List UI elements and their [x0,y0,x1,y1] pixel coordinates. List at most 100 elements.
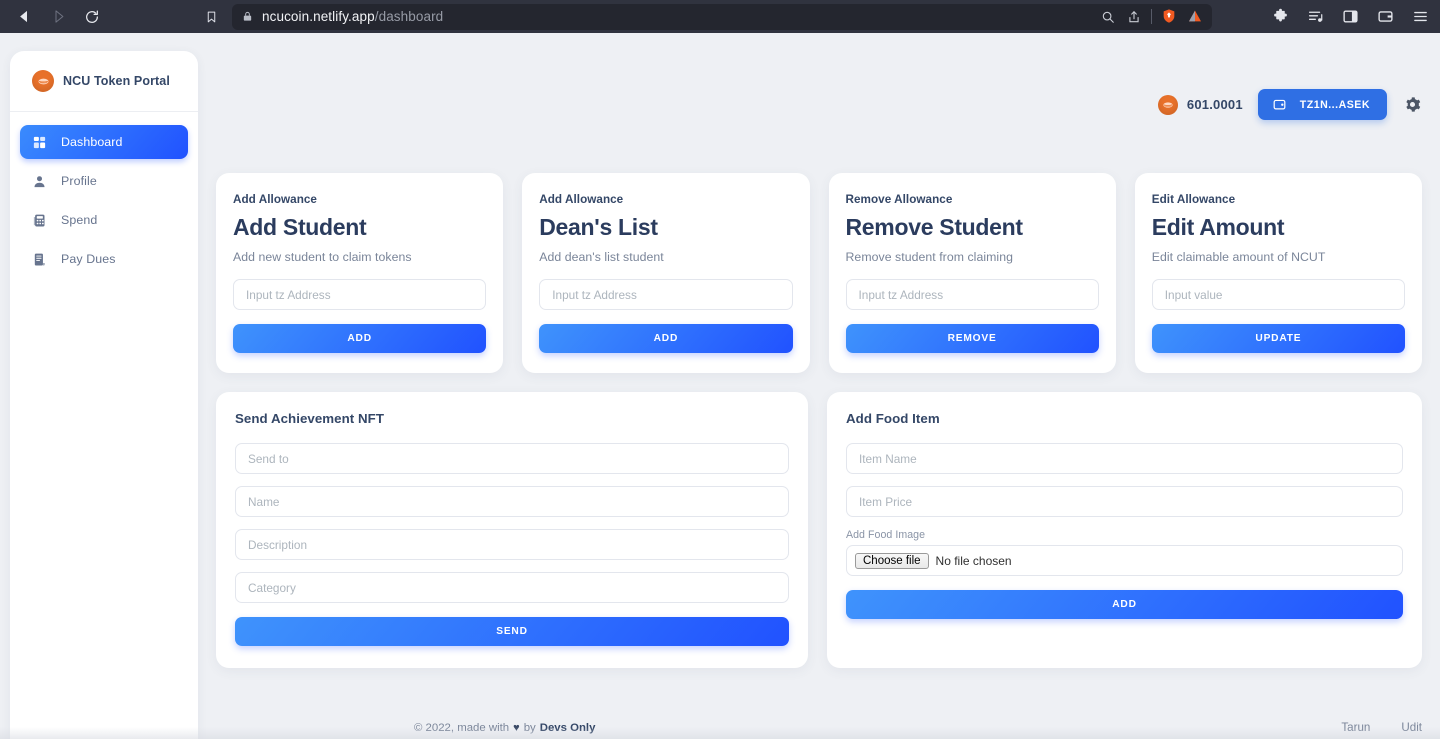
choose-file-button[interactable]: Choose file [855,552,929,569]
send-nft-button[interactable]: SEND [235,617,789,646]
sidebar-item-spend[interactable]: Spend [20,203,188,237]
ncu-coin-logo-icon [1157,94,1178,115]
card-add-student: Add Allowance Add Student Add new studen… [216,173,504,373]
brave-wallet-icon[interactable] [1376,7,1395,26]
tz-address-input[interactable] [233,279,487,310]
amount-input[interactable] [1151,279,1405,310]
balance-value: 601.0001 [1186,97,1243,112]
sidebar-nav: Dashboard Profile Spend Pay Dues [10,112,198,276]
card-subtitle: Remove student from claiming [845,250,1013,264]
hamburger-menu-icon[interactable] [1411,7,1430,26]
reload-icon[interactable] [82,7,102,27]
card-title: Edit Amount [1151,214,1285,240]
ncu-coin-logo-icon [32,70,54,92]
wallet-address-button[interactable]: TZ1N...ASEK [1257,89,1387,120]
search-icon[interactable] [1099,8,1116,25]
brand[interactable]: NCU Token Portal [10,51,198,112]
gear-icon[interactable] [1402,95,1422,115]
card-deans-list: Add Allowance Dean's List Add dean's lis… [522,173,810,373]
add-deans-list-button[interactable]: ADD [539,324,793,353]
card-send-achievement-nft: Send Achievement NFT SEND [216,392,808,668]
card-title: Remove Student [845,214,1024,240]
nft-send-to-input[interactable] [235,443,789,474]
app-page: NCU Token Portal Dashboard Profile Spend [0,33,1440,739]
url-path: /dashboard [374,9,444,24]
card-title: Send Achievement NFT [235,411,385,426]
header-actions: 601.0001 TZ1N...ASEK [1157,89,1422,120]
browser-nav-buttons [9,7,102,27]
sidebar-item-label: Dashboard [61,135,123,149]
footer-copyright-text: © 2022, made with [414,721,510,734]
sidebar-item-pay-dues[interactable]: Pay Dues [20,242,188,276]
allowance-cards-row: Add Allowance Add Student Add new studen… [216,173,1422,373]
sidebar-item-label: Pay Dues [61,252,116,266]
main-content: Add Allowance Add Student Add new studen… [198,173,1440,739]
nft-category-input[interactable] [235,572,789,603]
add-student-button[interactable]: ADD [233,324,487,353]
remove-student-button[interactable]: REMOVE [845,324,1099,353]
toolbar-divider [1151,9,1152,24]
card-title: Add Food Item [846,411,940,426]
heart-icon: ♥ [513,721,520,734]
forms-row: Send Achievement NFT SEND Add Food Item … [216,392,1422,668]
tz-address-input[interactable] [845,279,1099,310]
back-arrow-icon[interactable] [14,7,34,27]
add-food-item-button[interactable]: ADD [846,590,1403,619]
nft-form: SEND [235,443,789,646]
browser-right-actions [1271,0,1430,33]
nft-description-input[interactable] [235,529,789,560]
food-image-file-input[interactable]: Choose file No file chosen [846,545,1403,576]
card-eyebrow: Add Allowance [233,193,317,206]
sidebar-item-label: Spend [61,213,98,227]
token-balance: 601.0001 [1157,94,1243,115]
wallet-address-label: TZ1N...ASEK [1299,98,1370,111]
share-icon[interactable] [1125,8,1142,25]
wallet-icon [1272,97,1287,112]
url-area: ncucoin.netlify.app/dashboard [200,3,1212,30]
address-bar[interactable]: ncucoin.netlify.app/dashboard [232,3,1212,30]
brave-rewards-icon[interactable] [1187,8,1204,25]
card-subtitle: Add new student to claim tokens [233,250,412,264]
card-eyebrow: Remove Allowance [845,193,953,206]
extensions-puzzle-icon[interactable] [1271,7,1290,26]
tz-address-input[interactable] [539,279,793,310]
playlist-icon[interactable] [1306,7,1325,26]
footer-link-udit[interactable]: Udit [1401,721,1422,734]
brand-name: NCU Token Portal [63,74,170,88]
sidebar-item-profile[interactable]: Profile [20,164,188,198]
brave-shields-icon[interactable] [1161,8,1178,25]
sidebar-item-dashboard[interactable]: Dashboard [20,125,188,159]
card-subtitle: Add dean's list student [539,250,664,264]
url-actions [1099,8,1204,25]
card-title: Dean's List [539,214,658,240]
footer-links: Tarun Udit [1341,721,1422,734]
no-file-chosen-label: No file chosen [935,553,1012,568]
dashboard-grid-icon [31,134,48,151]
document-icon [31,251,48,268]
nft-name-input[interactable] [235,486,789,517]
lock-icon [242,10,254,24]
calculator-icon [31,212,48,229]
footer-link-tarun[interactable]: Tarun [1341,721,1370,734]
sidebar-item-label: Profile [61,174,97,188]
card-remove-student: Remove Allowance Remove Student Remove s… [828,173,1116,373]
card-edit-amount: Edit Allowance Edit Amount Edit claimabl… [1134,173,1422,373]
side-panel-icon[interactable] [1341,7,1360,26]
sidebar: NCU Token Portal Dashboard Profile Spend [10,51,198,739]
food-item-price-input[interactable] [846,486,1403,517]
footer: © 2022, made with ♥ by Devs Only Tarun U… [414,721,1422,734]
food-item-name-input[interactable] [846,443,1403,474]
card-add-food-item: Add Food Item Add Food Image Choose file… [827,392,1422,668]
food-image-label: Add Food Image [846,529,926,541]
footer-by-text: by [523,721,536,734]
update-amount-button[interactable]: UPDATE [1151,324,1405,353]
card-eyebrow: Edit Allowance [1151,193,1236,206]
bookmark-icon[interactable] [200,6,222,28]
food-form: Add Food Image Choose file No file chose… [846,443,1403,619]
footer-author: Devs Only [539,721,596,734]
footer-copyright: © 2022, made with ♥ by Devs Only [414,722,595,734]
forward-arrow-icon[interactable] [48,7,68,27]
browser-toolbar: ncucoin.netlify.app/dashboard [0,0,1440,33]
url-text: ncucoin.netlify.app/dashboard [262,9,1091,24]
person-icon [31,173,48,190]
